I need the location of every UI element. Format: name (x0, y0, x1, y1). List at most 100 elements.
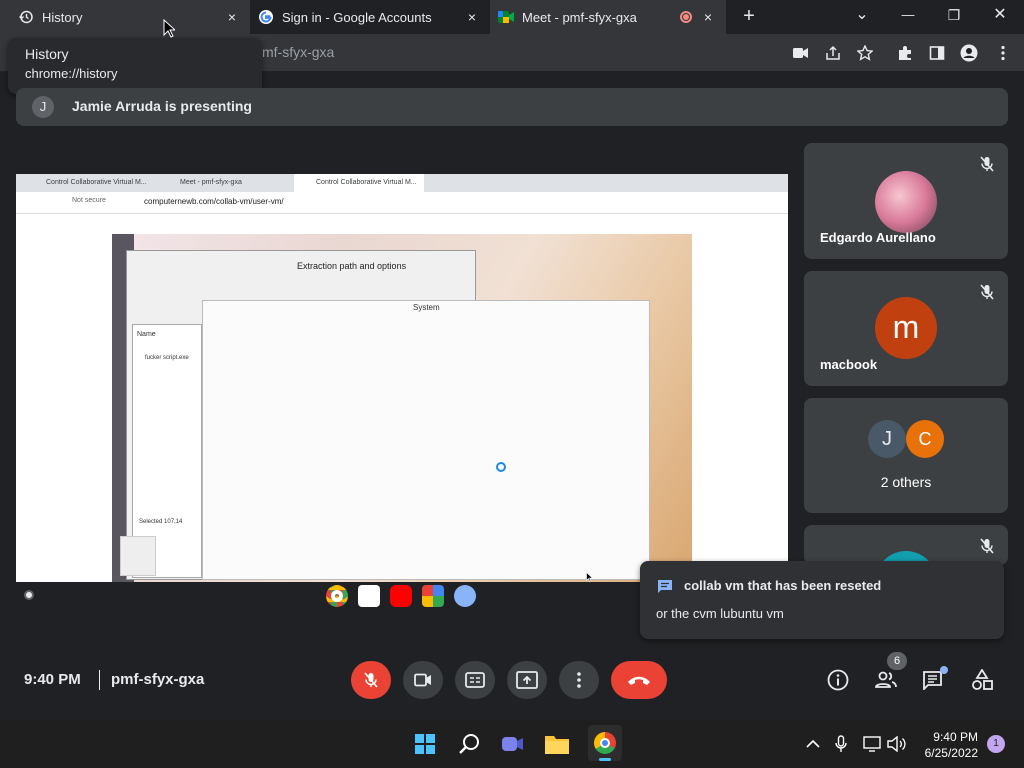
bookmark-star-icon[interactable] (856, 44, 874, 62)
tooltip-title: History (25, 46, 69, 62)
people-icon (875, 671, 897, 688)
network-tray-button[interactable] (862, 731, 884, 757)
shared-tab: Control Collaborative Virtual M... (294, 174, 424, 192)
more-menu-icon[interactable] (994, 44, 1012, 62)
teams-chat-button[interactable] (500, 731, 526, 757)
participant-tile[interactable] (804, 525, 1008, 565)
close-window-button[interactable]: ✕ (980, 4, 1020, 26)
file-explorer-button[interactable] (544, 731, 570, 757)
video-icon (414, 673, 431, 687)
microphone-tray-button[interactable] (830, 731, 852, 757)
avatar: J (868, 420, 906, 458)
dialog-title: Extraction path and options (297, 261, 407, 271)
share-icon[interactable] (824, 44, 842, 62)
mic-off-icon (978, 537, 996, 555)
taskbar-clock[interactable]: 9:40 PM 6/25/2022 (922, 729, 978, 761)
speaker-icon (887, 736, 906, 752)
profile-icon[interactable] (960, 44, 978, 62)
tab-google-signin[interactable]: Sign in - Google Accounts × (250, 0, 490, 34)
side-panel-icon[interactable] (928, 44, 946, 62)
tab-history[interactable]: History × (0, 0, 250, 34)
show-hidden-icons-button[interactable] (802, 731, 824, 757)
chat-button[interactable] (922, 666, 948, 692)
shared-tab: Control Collaborative Virtual M... (46, 179, 147, 186)
unread-dot-icon (940, 666, 948, 674)
address-bar[interactable]: mf-sfyx-gxa (262, 44, 334, 60)
shared-browser-tabstrip: Control Collaborative Virtual M... Meet … (16, 174, 788, 192)
participant-name: 2 others (880, 474, 932, 490)
presenting-banner: J Jamie Arruda is presenting (16, 88, 1008, 126)
participant-tile-others[interactable]: J C 2 others (804, 398, 1008, 513)
video-chat-icon (502, 737, 523, 751)
chrome-taskbar-button[interactable] (588, 725, 622, 761)
vm-taskbar-item (120, 536, 156, 576)
present-icon (516, 671, 538, 689)
people-button[interactable] (874, 668, 898, 692)
present-screen-button[interactable] (507, 661, 547, 699)
participant-tile[interactable]: m macbook (804, 271, 1008, 386)
chat-message: collab vm that has been reseted (684, 578, 882, 593)
info-icon (827, 669, 849, 691)
google-icon (258, 9, 274, 25)
tab-hover-tooltip: History chrome://history (8, 38, 262, 94)
close-tab-icon[interactable]: × (224, 9, 240, 25)
taskbar-search-button[interactable] (456, 731, 482, 757)
end-call-icon (628, 676, 650, 685)
tab-meet[interactable]: Meet - pmf-sfyx-gxa × (490, 0, 726, 34)
close-tab-icon[interactable]: × (464, 9, 480, 25)
camera-toggle-button[interactable] (403, 661, 443, 699)
new-tab-button[interactable]: + (738, 5, 760, 27)
captions-button[interactable] (455, 661, 495, 699)
volume-tray-button[interactable] (886, 731, 908, 757)
microphone-icon (835, 735, 847, 752)
loading-spinner-icon (496, 462, 506, 472)
tab-title: History (42, 9, 83, 25)
avatar: C (906, 420, 944, 458)
close-tab-icon[interactable]: × (700, 9, 716, 25)
chrome-icon (594, 732, 616, 754)
folder-icon (545, 736, 569, 754)
chevron-up-icon (806, 739, 820, 748)
participant-name: Edgardo Aurellano (820, 230, 936, 245)
participant-tile[interactable]: Edgardo Aurellano (804, 143, 1008, 259)
dialog-title: System (413, 303, 440, 312)
selection-status: Selected 107,14 (139, 519, 183, 525)
mouse-cursor-icon (586, 570, 594, 588)
meeting-details-button[interactable] (826, 668, 850, 692)
notification-badge[interactable]: 1 (987, 735, 1005, 753)
tab-title: Sign in - Google Accounts (282, 9, 432, 25)
photos-icon (422, 585, 444, 607)
meeting-code: pmf-sfyx-gxa (111, 671, 205, 688)
divider (99, 670, 100, 690)
network-icon (863, 736, 881, 752)
avatar (875, 171, 937, 233)
mic-toggle-button[interactable] (351, 661, 391, 699)
focus-dot-icon (24, 590, 34, 600)
settings-gear-icon (454, 585, 476, 607)
chat-icon (657, 579, 673, 600)
not-secure-label: Not secure (72, 197, 106, 204)
people-count-badge: 6 (887, 652, 907, 670)
start-button[interactable] (412, 731, 438, 757)
restore-button[interactable]: ❐ (934, 4, 974, 26)
shared-url: computernewb.com/collab-vm/user-vm/ (144, 197, 284, 206)
leave-call-button[interactable] (611, 661, 667, 699)
active-indicator (599, 758, 611, 761)
mic-off-icon (364, 672, 378, 688)
meeting-time: 9:40 PM (24, 671, 81, 688)
minimize-button[interactable]: — (888, 4, 928, 26)
youtube-icon (390, 585, 412, 607)
history-icon (18, 9, 34, 25)
extensions-icon[interactable] (896, 44, 914, 62)
activities-button[interactable] (970, 668, 994, 692)
camera-icon[interactable] (792, 44, 810, 62)
meet-icon (498, 9, 514, 25)
chat-notification[interactable]: collab vm that has been reseted or the c… (640, 561, 1004, 639)
clock-time: 9:40 PM (933, 730, 978, 744)
activities-icon (972, 669, 993, 690)
search-icon (459, 734, 479, 754)
captions-icon (465, 672, 485, 688)
shared-screen-shelf (326, 585, 476, 607)
tab-search-button[interactable]: ⌄ (842, 4, 882, 26)
more-options-button[interactable] (559, 661, 599, 699)
